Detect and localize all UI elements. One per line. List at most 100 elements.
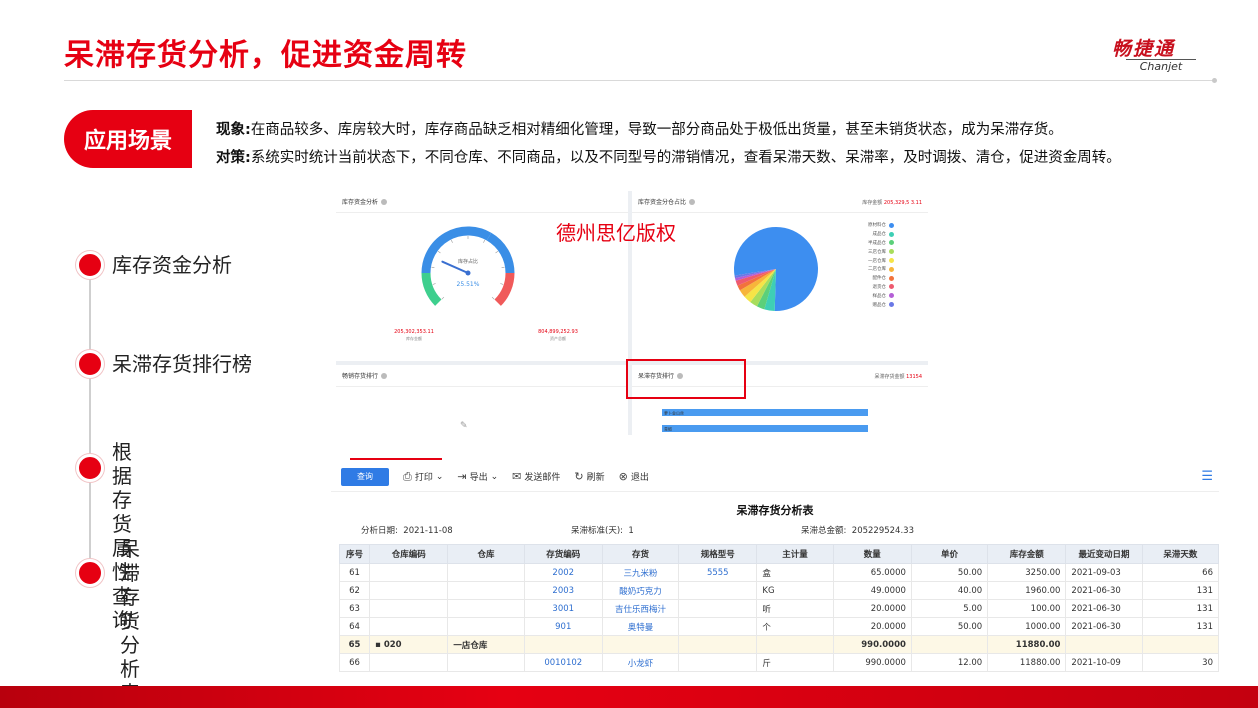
legend-item: 配件仓 xyxy=(868,274,894,283)
legend-swatch xyxy=(889,284,894,290)
export-button[interactable]: ⇥ 导出 ⌄ xyxy=(457,470,498,483)
query-button[interactable]: 查询 xyxy=(341,467,389,486)
column-header[interactable]: 单价 xyxy=(910,544,989,564)
column-header[interactable]: 数量 xyxy=(832,544,912,564)
table-cell: 2021-09-03 xyxy=(1065,563,1143,582)
table-cell: 50.00 xyxy=(910,563,989,582)
help-icon[interactable] xyxy=(689,198,696,205)
column-header[interactable]: 仓库 xyxy=(447,544,525,564)
table-row[interactable]: 61 2002 三九米粉 5555 盒 65.0000 50.00 3250.00 2021-0… xyxy=(338,563,1220,582)
panel-header: 畅销存货排行 xyxy=(336,365,628,387)
exit-button[interactable]: ⊗ 退出 xyxy=(619,470,649,483)
print-button[interactable]: ⎙ 打印 ⌄ xyxy=(403,470,443,484)
table-cell: 3250.00 xyxy=(987,563,1067,582)
refresh-button[interactable]: ↻ 刷新 xyxy=(574,470,604,483)
legend-item: 退货仓 xyxy=(868,283,894,292)
legend-label: 退货仓 xyxy=(872,284,887,290)
watermark: 德州思亿版权 xyxy=(556,221,676,245)
table-cell xyxy=(447,581,525,600)
legend-label: 配件仓 xyxy=(872,276,887,282)
title-divider xyxy=(64,80,1214,81)
meta-total-value: 205229524.33 xyxy=(851,526,914,536)
list-view-icon[interactable]: ☰ xyxy=(1201,469,1213,484)
print-label: 打印 xyxy=(414,473,433,483)
column-header[interactable]: 主计量 xyxy=(756,544,834,564)
table-cell: 盒 xyxy=(756,563,834,582)
table-cell: 131 xyxy=(1141,581,1220,600)
column-header[interactable]: 序号 xyxy=(338,544,371,564)
table-cell[interactable] xyxy=(678,581,758,600)
gauge-right-label: 资产总额 xyxy=(550,335,566,341)
table-row[interactable]: 64 901 奥特曼 个 20.0000 50.00 1000.00 2021-06-30 13… xyxy=(338,617,1220,636)
column-header[interactable]: 仓库编码 xyxy=(369,544,449,564)
table-cell[interactable] xyxy=(678,653,758,672)
legend-swatch xyxy=(889,249,894,255)
gauge-tick xyxy=(450,239,453,243)
table-cell: 65 xyxy=(338,635,371,654)
gauge-tick xyxy=(437,251,441,254)
table-cell: 131 xyxy=(1141,599,1220,618)
legend-label: 成品仓 xyxy=(872,232,887,238)
report-title: 呆滞存货分析表 xyxy=(736,504,814,517)
table-cell[interactable] xyxy=(678,617,758,636)
table-cell: 66 xyxy=(338,653,371,672)
table-cell[interactable]: 901 xyxy=(523,617,603,636)
table-cell[interactable]: 奥特曼 xyxy=(601,617,680,636)
column-header[interactable]: 规格型号 xyxy=(678,544,758,564)
help-icon[interactable] xyxy=(381,198,388,205)
column-header[interactable]: 存货 xyxy=(601,544,680,564)
table-cell: 1960.00 xyxy=(987,581,1067,600)
refresh-label: 刷新 xyxy=(586,473,605,483)
meta-total: 呆滞总金额: 205229524.33 xyxy=(801,524,914,536)
table-cell[interactable]: 2003 xyxy=(523,581,603,600)
table-cell[interactable]: 2002 xyxy=(523,563,603,582)
table-cell: 2021-06-30 xyxy=(1065,617,1143,636)
table-cell xyxy=(369,599,449,618)
table-cell xyxy=(447,653,525,672)
table-row[interactable]: 65 ▪ 020 一店仓库 990.0000 11880.00 xyxy=(338,635,1220,654)
timeline-dot xyxy=(76,251,104,279)
stale-tag-label: 呆滞存货金额 xyxy=(874,374,905,380)
table-cell[interactable]: 酸奶巧克力 xyxy=(601,581,680,600)
table-cell[interactable]: 三九米粉 xyxy=(601,563,680,582)
legend-item: 二店仓库 xyxy=(868,265,894,274)
column-header[interactable]: 存货编码 xyxy=(523,544,603,564)
strategy-line: 对策:系统实时统计当前状态下，不同仓库、不同商品，以及不同型号的滞销情况，查看呆… xyxy=(216,144,1121,172)
stale-table: 序号 仓库编码 仓库 存货编码 存货 规格型号 主计量 数量 单价 库存金额 最近变动日期 呆滞天数 … xyxy=(338,544,1220,672)
table-cell xyxy=(447,563,525,582)
table-cell[interactable] xyxy=(678,599,758,618)
help-icon[interactable] xyxy=(381,372,388,379)
table-cell: 64 xyxy=(338,617,371,636)
table-cell xyxy=(447,599,525,618)
table-row[interactable]: 63 3001 吉仕乐西梅汁 听 20.0000 5.00 100.00 2021-06-30… xyxy=(338,599,1220,618)
share-tag: 库存金额 205,329,5 3.11 xyxy=(862,199,922,206)
table-cell: 49.0000 xyxy=(832,581,912,600)
table-cell[interactable]: 吉仕乐西梅汁 xyxy=(601,599,680,618)
table-row[interactable]: 62 2003 酸奶巧克力 KG 49.0000 40.00 1960.00 2021-06-… xyxy=(338,581,1220,600)
table-cell[interactable]: 3001 xyxy=(523,599,603,618)
legend-swatch xyxy=(889,222,894,228)
phenomenon-text: 在商品较多、库房较大时，库存商品缺乏相对精细化管理，导致一部分商品处于极低出货量… xyxy=(250,122,1063,138)
timeline-line xyxy=(89,264,91,574)
table-cell: 20.0000 xyxy=(832,617,912,636)
table-cell[interactable]: 5555 xyxy=(678,563,758,582)
column-header[interactable]: 呆滞天数 xyxy=(1141,544,1220,564)
table-cell[interactable]: 0010102 xyxy=(523,653,603,672)
table-row[interactable]: 66 0010102 小龙虾 斤 990.0000 12.00 11880.00 2021-1… xyxy=(338,653,1220,672)
gauge-arc xyxy=(421,226,492,274)
chanjet-logo: 畅捷通 Chanjet xyxy=(1112,34,1208,73)
legend-item: 三店仓库 xyxy=(868,247,894,256)
mail-button[interactable]: ✉ 发送邮件 xyxy=(512,470,560,483)
legend-label: 赠品仓 xyxy=(872,302,887,308)
table-cell[interactable]: 小龙虾 xyxy=(601,653,680,672)
strategy-label: 对策: xyxy=(216,150,251,166)
strategy-text: 系统实时统计当前状态下，不同仓库、不同商品，以及不同型号的滞销情况，查看呆滞天数… xyxy=(250,150,1121,166)
chevron-down-icon: ⌄ xyxy=(490,471,499,482)
table-cell[interactable] xyxy=(678,635,758,654)
legend-label: 三店仓库 xyxy=(868,249,886,255)
column-header[interactable]: 最近变动日期 xyxy=(1065,544,1143,564)
column-header[interactable]: 库存金额 xyxy=(987,544,1067,564)
table-cell: 131 xyxy=(1141,617,1220,636)
slide: 呆滞存货分析，促进资金周转 畅捷通 Chanjet 应用场景 现象:在商品较多、… xyxy=(0,0,1258,708)
phenomenon-line: 现象:在商品较多、库房较大时，库存商品缺乏相对精细化管理，导致一部分商品处于极低… xyxy=(216,116,1121,144)
